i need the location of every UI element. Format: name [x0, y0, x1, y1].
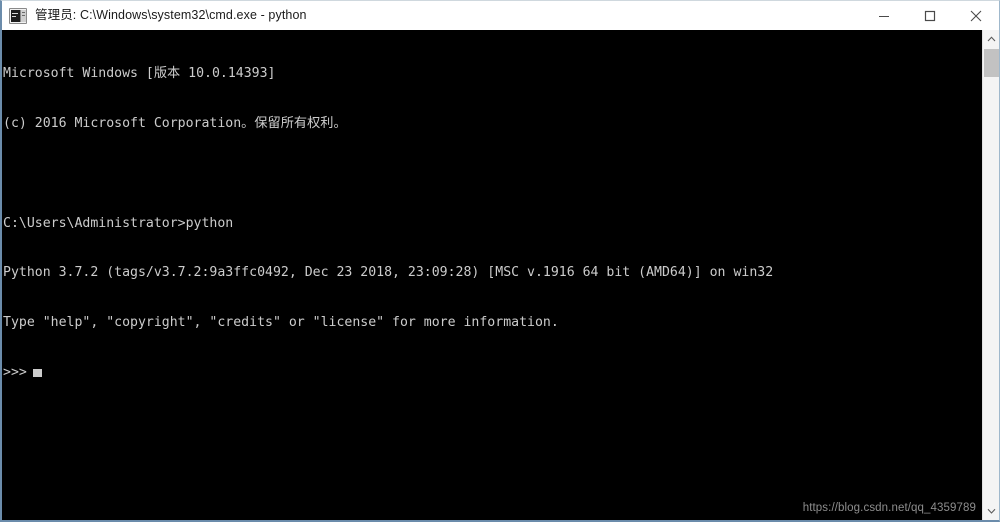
console-line: (c) 2016 Microsoft Corporation。保留所有权利。	[3, 115, 347, 131]
watermark-text: https://blog.csdn.net/qq_4359789	[802, 502, 976, 514]
cmd-icon-side-line-2	[22, 14, 25, 16]
console-line: Python 3.7.2 (tags/v3.7.2:9a3ffc0492, De…	[3, 265, 774, 281]
window-title: 管理员: C:\Windows\system32\cmd.exe - pytho…	[35, 8, 307, 22]
close-icon	[970, 10, 982, 21]
title-bar[interactable]: 管理员: C:\Windows\system32\cmd.exe - pytho…	[2, 1, 999, 30]
console-line-command: C:\Users\Administrator>python	[3, 215, 234, 231]
console-text: Microsoft Windows [版本 10.0.14393] (c) 20…	[3, 33, 982, 415]
console-output-area[interactable]: Microsoft Windows [版本 10.0.14393] (c) 20…	[2, 30, 982, 520]
vertical-scrollbar[interactable]	[982, 30, 999, 520]
scrollbar-thumb[interactable]	[984, 49, 999, 77]
scroll-up-button[interactable]	[983, 30, 999, 48]
minimize-button[interactable]	[861, 1, 907, 30]
close-button[interactable]	[953, 1, 999, 30]
cmd-icon-side-line-1	[22, 11, 25, 13]
cmd-console-icon	[9, 7, 27, 24]
window-controls	[861, 1, 999, 30]
console-line: Type "help", "copyright", "credits" or "…	[3, 315, 559, 331]
console-line: Microsoft Windows [版本 10.0.14393]	[3, 66, 276, 82]
maximize-button[interactable]	[907, 1, 953, 30]
cmd-window: 管理员: C:\Windows\system32\cmd.exe - pytho…	[0, 0, 1000, 522]
cmd-icon-line-bottom	[12, 15, 16, 17]
python-prompt: >>>	[3, 364, 27, 380]
chevron-down-icon	[987, 508, 995, 514]
console-prompt-line: >>>	[3, 365, 982, 382]
cmd-icon-line-top	[12, 12, 18, 14]
maximize-icon	[924, 10, 936, 21]
scroll-down-button[interactable]	[983, 502, 999, 520]
scrollbar-track[interactable]	[983, 48, 999, 502]
minimize-icon	[879, 15, 889, 17]
chevron-up-icon	[987, 36, 995, 42]
block-cursor	[32, 368, 42, 377]
